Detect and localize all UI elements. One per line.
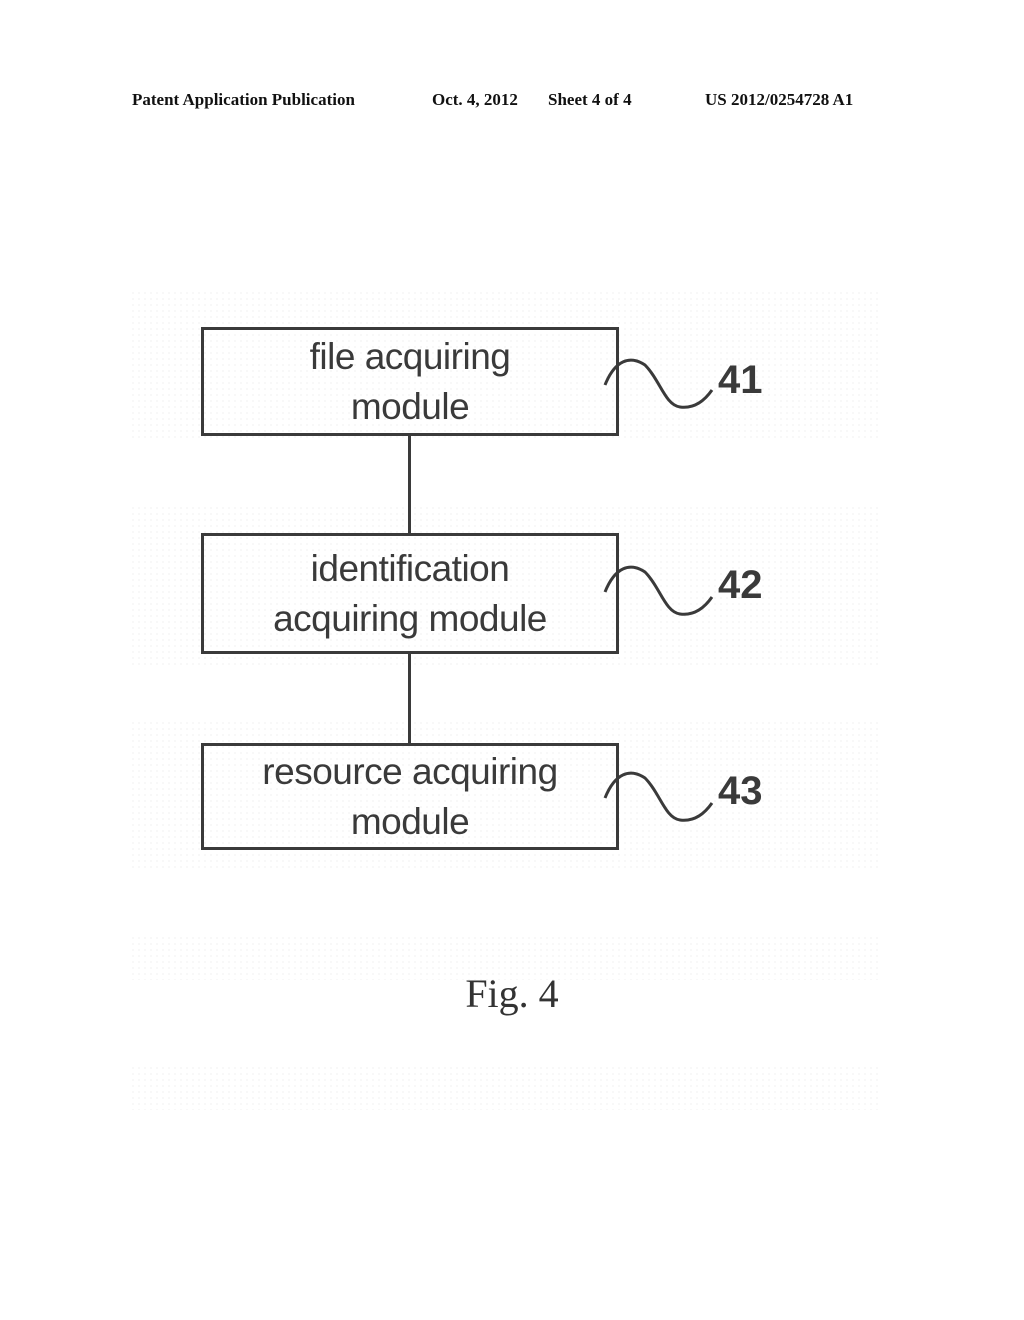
module-box-file-acquiring: file acquiring module <box>201 327 619 436</box>
scan-noise <box>130 1065 880 1110</box>
module-label-line: file acquiring <box>309 335 511 377</box>
module-label-line: acquiring module <box>273 597 547 639</box>
publication-label: Patent Application Publication <box>132 90 355 109</box>
reference-numeral: 43 <box>718 769 763 813</box>
reference-leader-line <box>603 771 714 822</box>
reference-leader-line <box>603 565 714 616</box>
reference-numeral: 42 <box>718 563 763 607</box>
connector-line <box>408 436 411 533</box>
module-label-line: resource acquiring <box>262 750 558 792</box>
figure-label: Fig. 4 <box>465 971 559 1016</box>
reference-numeral: 41 <box>718 358 763 402</box>
module-box-identification-acquiring: identification acquiring module <box>201 533 619 654</box>
patent-header: Patent Application Publication Oct. 4, 2… <box>0 90 1024 114</box>
reference-leader-line <box>603 358 714 409</box>
patent-number: US 2012/0254728 A1 <box>705 90 854 109</box>
module-box-resource-acquiring: resource acquiring module <box>201 743 619 850</box>
module-label-line: module <box>350 385 470 427</box>
module-label-line: identification <box>310 547 510 589</box>
connector-line <box>408 654 411 743</box>
publication-date: Oct. 4, 2012 <box>432 90 518 109</box>
sheet-number: Sheet 4 of 4 <box>548 90 632 109</box>
module-label-line: module <box>350 800 470 842</box>
